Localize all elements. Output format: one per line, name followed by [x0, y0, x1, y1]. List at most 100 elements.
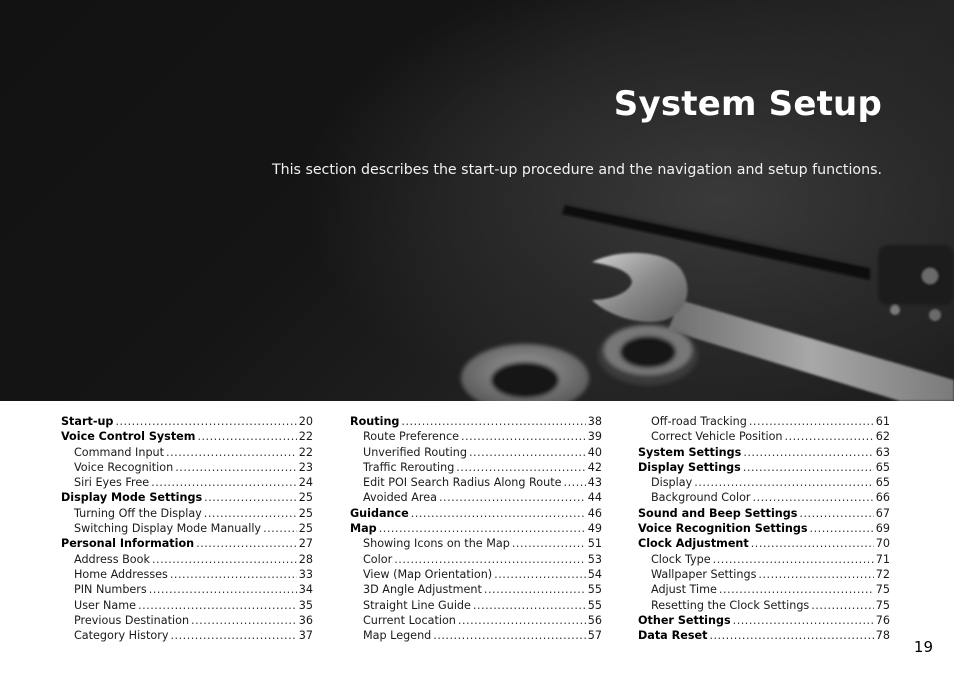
toc-subsection-link[interactable]: Display 65 [638, 475, 890, 490]
toc-subsection-link[interactable]: Correct Vehicle Position 62 [638, 429, 890, 444]
toc-entry-page: 67 [875, 506, 890, 520]
toc-section-link[interactable]: Guidance 46 [350, 506, 602, 521]
toc-subsection-link[interactable]: View (Map Orientation) 54 [350, 567, 602, 582]
toc-subsection-link[interactable]: Unverified Routing 40 [350, 445, 602, 460]
toc-entry-page: 54 [587, 567, 602, 581]
toc-subsection-link[interactable]: Current Location 56 [350, 613, 602, 628]
toc-subsection-link[interactable]: Off-road Tracking 61 [638, 414, 890, 429]
toc-subsection-link[interactable]: Resetting the Clock Settings 75 [638, 598, 890, 613]
dot-leader [758, 567, 873, 582]
toc-section-link[interactable]: Sound and Beep Settings 67 [638, 506, 890, 521]
toc-entry-label: Other Settings [638, 613, 731, 627]
dot-leader [512, 536, 586, 551]
toc-entry-label: Avoided Area [363, 491, 437, 505]
toc-subsection-link[interactable]: Adjust Time 75 [638, 582, 890, 597]
toc-entry-label: Turning Off the Display [74, 506, 202, 520]
toc-entry-page: 27 [298, 537, 313, 551]
toc-entry-page: 75 [875, 583, 890, 597]
toc-section-link[interactable]: Routing 38 [350, 414, 602, 429]
toc-subsection-link[interactable]: Turning Off the Display 25 [61, 506, 313, 521]
dot-leader [152, 552, 297, 567]
toc-entry-page: 70 [875, 537, 890, 551]
toc-subsection-link[interactable]: Home Addresses 33 [61, 567, 313, 582]
toc-subsection-link[interactable]: Edit POI Search Radius Along Route 43 [350, 475, 602, 490]
toc-entry-label: Category History [74, 629, 169, 643]
toc-entry-page: 28 [298, 552, 313, 566]
toc-subsection-link[interactable]: Previous Destination 36 [61, 613, 313, 628]
toc-entry-label: Wallpaper Settings [651, 567, 757, 581]
dot-leader [458, 613, 586, 628]
toc-subsection-link[interactable]: Category History 37 [61, 628, 313, 643]
toc-subsection-link[interactable]: Command Input 22 [61, 445, 313, 460]
toc-entry-page: 23 [298, 460, 313, 474]
toc-subsection-link[interactable]: Avoided Area 44 [350, 490, 602, 505]
toc-section-link[interactable]: Clock Adjustment 70 [638, 536, 890, 551]
toc-entry-label: Voice Recognition [74, 460, 174, 474]
toc-entry-page: 25 [298, 522, 313, 536]
toc-entry-label: Routing [350, 415, 400, 428]
toc-subsection-link[interactable]: Map Legend 57 [350, 628, 602, 643]
toc-entry-page: 38 [587, 415, 602, 428]
hex-nut [598, 325, 698, 385]
toc-subsection-link[interactable]: Traffic Rerouting 42 [350, 460, 602, 475]
toc-section-link[interactable]: Start-up 20 [61, 414, 313, 429]
toc-entry-label: Correct Vehicle Position [651, 430, 783, 444]
toc-entry-label: Color [363, 552, 393, 566]
toc-subsection-link[interactable]: Voice Recognition 23 [61, 460, 313, 475]
toc-entry-page: 62 [875, 430, 890, 444]
dot-leader [439, 490, 586, 505]
toc-entry-label: System Settings [638, 445, 742, 459]
toc-entry-label: Switching Display Mode Manually [74, 522, 262, 536]
dot-leader [694, 475, 874, 490]
toc-subsection-link[interactable]: Color 53 [350, 552, 602, 567]
washer [461, 344, 589, 401]
toc-section-link[interactable]: System Settings 63 [638, 445, 890, 460]
toc-entry-label: View (Map Orientation) [363, 567, 493, 581]
toc-subsection-link[interactable]: Straight Line Guide 55 [350, 598, 602, 613]
dot-leader [811, 598, 874, 613]
toc-section-link[interactable]: Display Mode Settings 25 [61, 490, 313, 505]
toc-section-link[interactable]: Map 49 [350, 521, 602, 536]
toc-entry-page: 34 [298, 583, 313, 597]
dot-leader [743, 445, 873, 460]
toc-section-link[interactable]: Personal Information 27 [61, 536, 313, 551]
toc-entry-page: 33 [298, 567, 313, 581]
toc-entry-label: Edit POI Search Radius Along Route [363, 476, 562, 490]
toc-entry-label: Guidance [350, 506, 409, 520]
dot-leader [166, 445, 297, 460]
toc-entry-page: 66 [875, 491, 890, 505]
toc-subsection-link[interactable]: Clock Type 71 [638, 552, 890, 567]
toc-entry-page: 24 [298, 476, 313, 490]
toc-section-link[interactable]: Voice Control System 22 [61, 429, 313, 444]
toc-subsection-link[interactable]: Wallpaper Settings 72 [638, 567, 890, 582]
toc-entry-label: Siri Eyes Free [74, 476, 150, 490]
toc-subsection-link[interactable]: Background Color 66 [638, 490, 890, 505]
dot-leader [751, 536, 874, 551]
toc-entry-page: 65 [875, 476, 890, 490]
dot-leader [263, 521, 297, 536]
dot-leader [191, 613, 297, 628]
toc-subsection-link[interactable]: PIN Numbers 34 [61, 582, 313, 597]
toc-section-link[interactable]: Other Settings 76 [638, 613, 890, 628]
toc-subsection-link[interactable]: Route Preference 39 [350, 429, 602, 444]
toc-entry-page: 63 [875, 445, 890, 459]
toc-section-link[interactable]: Voice Recognition Settings 69 [638, 521, 890, 536]
toc-entry-page: 55 [587, 583, 602, 597]
dot-leader [401, 414, 585, 429]
toc-subsection-link[interactable]: Switching Display Mode Manually 25 [61, 521, 313, 536]
dot-leader [484, 582, 586, 597]
toc-entry-page: 35 [298, 598, 313, 612]
toc-subsection-link[interactable]: User Name 35 [61, 598, 313, 613]
toc-subsection-link[interactable]: Showing Icons on the Map 51 [350, 536, 602, 551]
toc-column-2: Routing 38Route Preference39Unverified Ro… [350, 414, 602, 643]
toc-subsection-link[interactable]: Address Book 28 [61, 552, 313, 567]
toc-entry-page: 71 [875, 552, 890, 566]
toc-subsection-link[interactable]: Siri Eyes Free 24 [61, 475, 313, 490]
toc-subsection-link[interactable]: 3D Angle Adjustment 55 [350, 582, 602, 597]
tools-photo [461, 203, 954, 401]
toc-entry-label: Display Settings [638, 460, 741, 474]
dot-leader [151, 475, 297, 490]
table-of-contents: Start-up20Voice Control System22Command … [61, 414, 890, 643]
toc-section-link[interactable]: Data Reset 78 [638, 628, 890, 643]
toc-section-link[interactable]: Display Settings 65 [638, 460, 890, 475]
